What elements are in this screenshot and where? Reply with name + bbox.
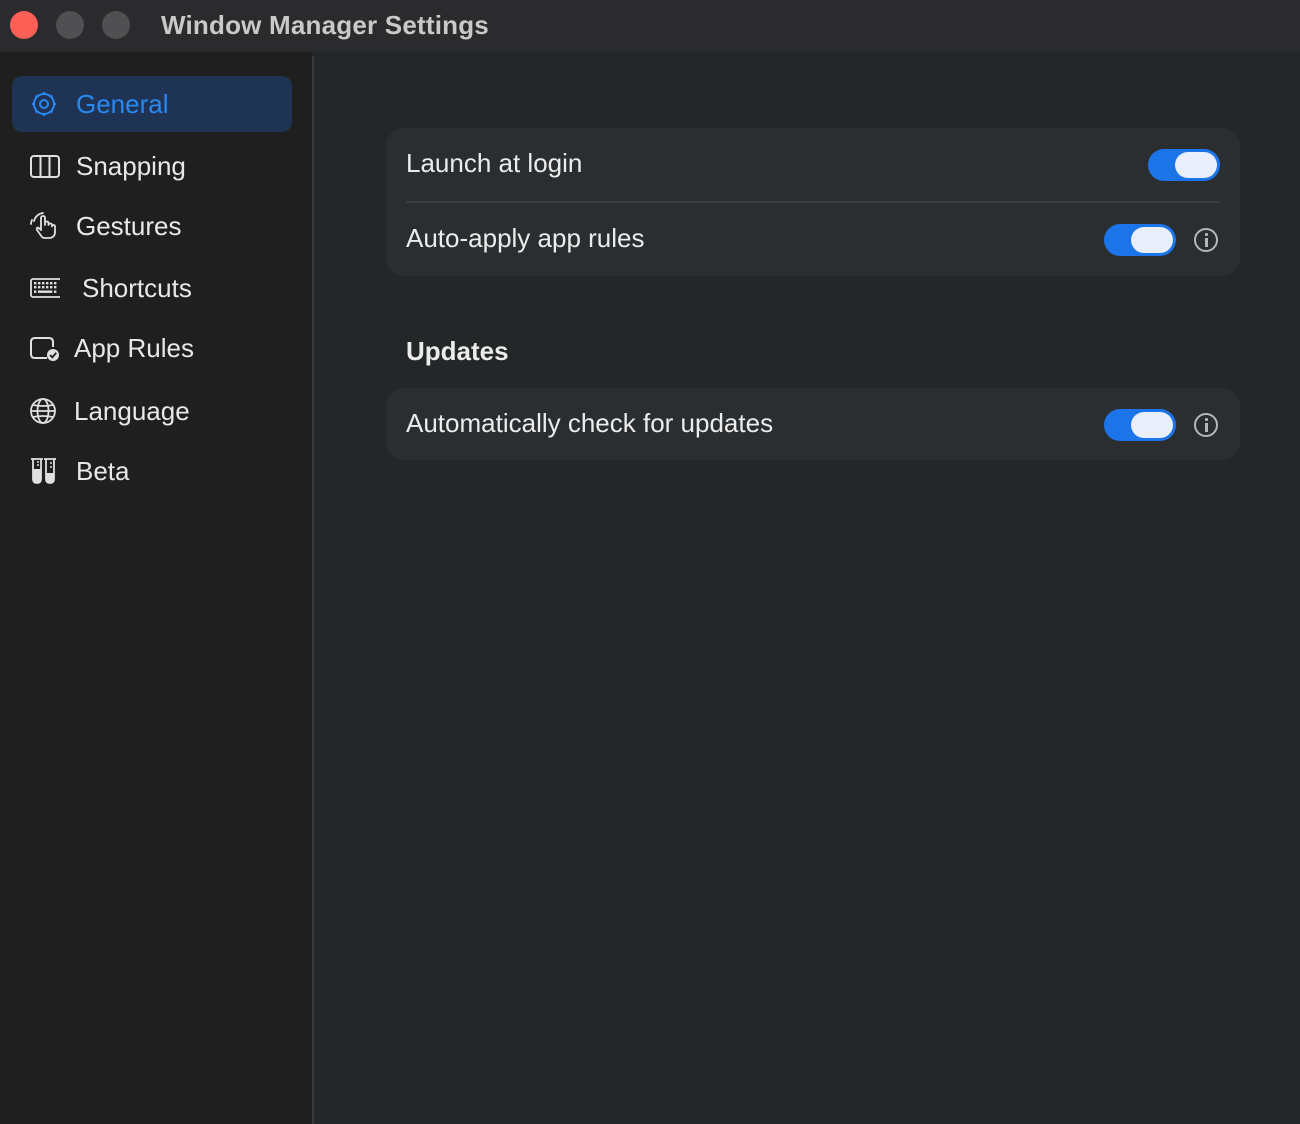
keyboard-icon	[28, 273, 60, 303]
sidebar-item-label: Gestures	[76, 210, 182, 241]
sidebar-item-label: Language	[74, 395, 190, 426]
test-tubes-icon	[28, 456, 60, 486]
toggle-knob	[1175, 152, 1217, 178]
auto-check-updates-label: Automatically check for updates	[406, 408, 774, 438]
auto-check-updates-row: Automatically check for updates	[386, 389, 1240, 461]
zoom-window-button[interactable]	[102, 11, 130, 39]
sidebar-item-label: Snapping	[76, 150, 186, 181]
auto-apply-app-rules-toggle[interactable]	[1104, 224, 1176, 256]
sidebar-item-shortcuts[interactable]: Shortcuts	[12, 260, 292, 316]
globe-icon	[28, 396, 60, 426]
updates-section-title: Updates	[406, 336, 509, 366]
close-window-button[interactable]	[10, 11, 38, 39]
sidebar: General Snapping Gestures Shortcuts App …	[0, 52, 312, 1124]
minimize-window-button[interactable]	[56, 11, 84, 39]
auto-apply-app-rules-label: Auto-apply app rules	[406, 223, 645, 253]
sidebar-item-general[interactable]: General	[12, 76, 292, 132]
sidebar-item-app-rules[interactable]: App Rules	[12, 320, 292, 376]
sidebar-item-gestures[interactable]: Gestures	[12, 198, 292, 254]
sidebar-item-label: Shortcuts	[82, 272, 192, 303]
updates-settings-card: Automatically check for updates	[386, 388, 1240, 460]
auto-check-updates-toggle[interactable]	[1104, 409, 1176, 441]
launch-at-login-row: Launch at login	[386, 129, 1240, 201]
gear-icon	[28, 89, 60, 119]
launch-at-login-toggle[interactable]	[1148, 149, 1220, 181]
settings-content: Launch at login Auto-apply app rules Upd…	[314, 52, 1300, 1124]
sidebar-item-language[interactable]: Language	[12, 383, 292, 439]
info-icon[interactable]	[1194, 228, 1218, 252]
sidebar-item-beta[interactable]: Beta	[12, 443, 292, 499]
general-settings-card: Launch at login Auto-apply app rules	[386, 128, 1240, 276]
sidebar-item-label: App Rules	[74, 332, 194, 363]
toggle-knob	[1131, 412, 1173, 438]
row-separator	[406, 201, 1220, 203]
info-icon[interactable]	[1194, 413, 1218, 437]
window-title: Window Manager Settings	[161, 10, 489, 40]
sidebar-item-label: General	[76, 88, 169, 119]
columns-icon	[28, 151, 60, 181]
sidebar-item-snapping[interactable]: Snapping	[12, 138, 292, 194]
auto-apply-app-rules-row: Auto-apply app rules	[386, 204, 1240, 276]
title-bar: Window Manager Settings	[0, 0, 1300, 52]
toggle-knob	[1131, 227, 1173, 253]
sidebar-item-label: Beta	[76, 455, 130, 486]
app-checkmark-icon	[28, 333, 60, 363]
hand-pointer-icon	[28, 211, 60, 241]
launch-at-login-label: Launch at login	[406, 148, 583, 178]
